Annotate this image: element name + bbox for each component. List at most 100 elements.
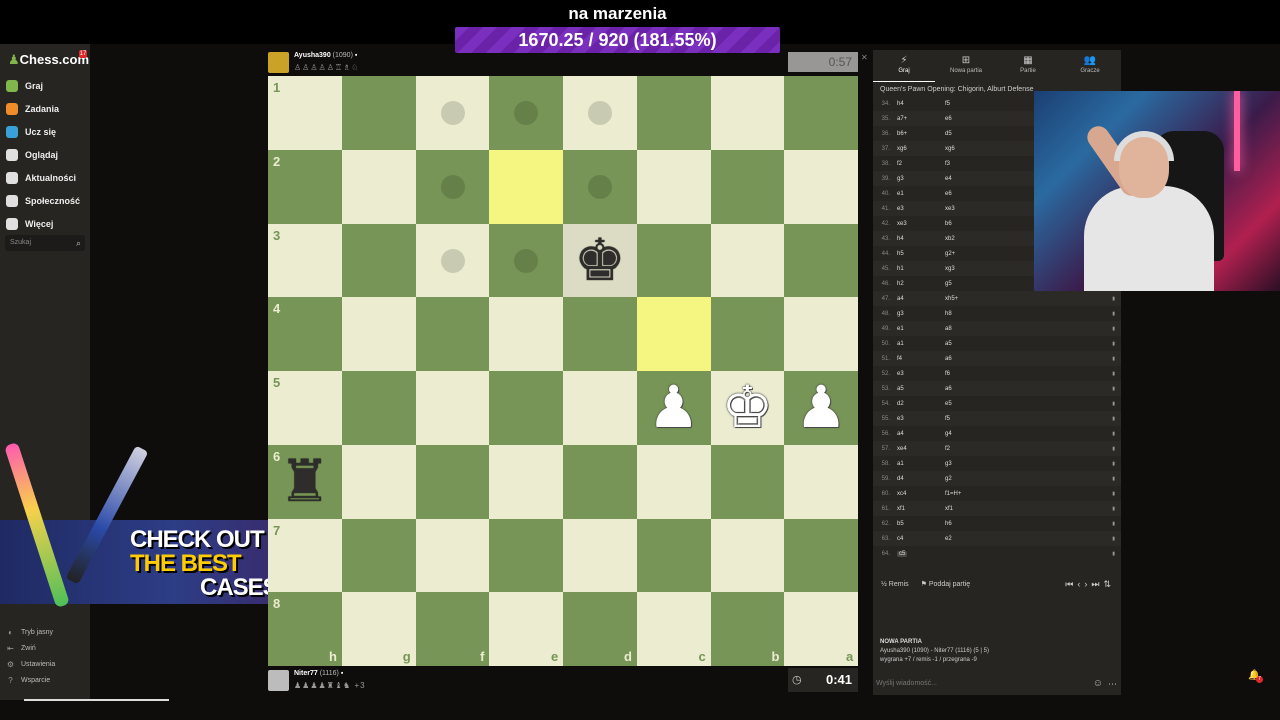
white-move[interactable]: e1 — [897, 191, 904, 197]
board-square[interactable] — [636, 76, 711, 150]
board-square[interactable] — [563, 149, 637, 224]
black-move[interactable]: xg6 — [945, 146, 995, 152]
top-player-avatar[interactable] — [268, 52, 289, 73]
white-move[interactable]: f4 — [897, 356, 902, 362]
board-square[interactable] — [341, 518, 416, 593]
board-square[interactable]: g — [341, 592, 416, 667]
legal-move-dot[interactable] — [588, 174, 612, 199]
white-move[interactable]: xf1 — [897, 506, 905, 512]
board-square[interactable] — [489, 444, 564, 519]
bottom-player-name[interactable]: Niter77 (1116) ▪ — [294, 670, 343, 677]
search-input[interactable]: Szukaj ⌕ — [5, 235, 85, 251]
white-move[interactable]: b5 — [897, 521, 904, 527]
sidebar-bottom-item-3[interactable]: ? Wsparcie — [0, 672, 90, 688]
black-move[interactable]: g2 — [945, 476, 995, 482]
board-square[interactable]: e — [489, 592, 564, 667]
move-navigation[interactable]: ⏮‹›⏭⇅ — [1065, 579, 1121, 590]
board-square[interactable] — [710, 76, 785, 150]
board-square[interactable] — [784, 297, 859, 372]
board-square[interactable] — [784, 518, 859, 593]
sidebar-item-3[interactable]: Oglądaj — [0, 143, 90, 166]
board-square[interactable]: f — [415, 592, 490, 667]
white-move[interactable]: e3 — [897, 206, 904, 212]
tab-2[interactable]: ▦ Partie — [997, 50, 1059, 82]
opening-name[interactable]: Queen's Pawn Opening: Chigorin, Alburt D… — [880, 86, 1033, 93]
board-square[interactable] — [563, 76, 637, 150]
black-move[interactable]: e2 — [945, 536, 995, 542]
legal-move-dot[interactable] — [514, 248, 539, 273]
black-move[interactable]: g4 — [945, 431, 995, 437]
white-move[interactable]: a1 — [897, 461, 904, 467]
board-square[interactable] — [784, 223, 859, 298]
black-move[interactable]: f1=H+ — [945, 491, 995, 497]
white-move[interactable]: g3 — [897, 311, 904, 317]
board-square[interactable] — [636, 297, 711, 372]
black-move[interactable]: a5 — [945, 341, 995, 347]
black-move[interactable]: h8 — [945, 311, 995, 317]
black-move[interactable]: e6 — [945, 116, 995, 122]
white-move[interactable]: e3 — [897, 416, 904, 422]
black-move[interactable]: f5 — [945, 416, 995, 422]
black-move[interactable]: xg3 — [945, 266, 995, 272]
draw-button[interactable]: ½ Remis — [881, 581, 909, 588]
black-move[interactable]: f3 — [945, 161, 995, 167]
white-move[interactable]: a4 — [897, 431, 904, 437]
board-square[interactable]: c — [636, 592, 711, 667]
white-move[interactable]: d4 — [897, 476, 904, 482]
board-square[interactable] — [710, 518, 785, 593]
black-move[interactable]: f2 — [945, 446, 995, 452]
board-square[interactable] — [415, 297, 490, 372]
white-pawn-a5-piece[interactable]: ♟ — [784, 371, 858, 445]
white-move[interactable]: xc4 — [897, 491, 906, 497]
bottom-player-avatar[interactable] — [268, 670, 289, 691]
chess-logo[interactable]: ♟Chess.com — [8, 52, 89, 68]
board-close-icon[interactable]: ✕ — [861, 53, 868, 62]
black-move[interactable]: e4 — [945, 176, 995, 182]
white-move[interactable]: a1 — [897, 341, 904, 347]
top-player-name[interactable]: Ayusha390 (1090) ▪ — [294, 52, 357, 59]
board-square[interactable] — [341, 223, 416, 298]
white-move[interactable]: h1 — [897, 266, 904, 272]
white-move[interactable]: xe4 — [897, 446, 907, 452]
board-square[interactable] — [784, 76, 859, 150]
board-square[interactable] — [489, 76, 564, 150]
sidebar-bottom-item-0[interactable]: ◐ Tryb jasny — [0, 624, 90, 640]
board-square[interactable] — [415, 444, 490, 519]
white-move[interactable]: e3 — [897, 371, 904, 377]
white-move[interactable]: xe3 — [897, 221, 907, 227]
board-square[interactable] — [415, 76, 490, 150]
board-square[interactable]: 3 — [268, 223, 342, 298]
legal-move-dot[interactable] — [588, 101, 612, 125]
notification-bell-icon[interactable]: 🔔 7 — [1248, 670, 1263, 683]
board-square[interactable] — [710, 223, 785, 298]
sidebar-item-4[interactable]: Aktualności — [0, 166, 90, 189]
white-move[interactable]: c5 — [897, 550, 908, 557]
board-square[interactable]: 1 — [268, 76, 342, 150]
board-square[interactable] — [636, 444, 711, 519]
flip-board-icon[interactable]: ⇅ — [1103, 579, 1115, 589]
white-move[interactable]: b6+ — [897, 131, 907, 137]
sidebar-item-2[interactable]: Ucz się — [0, 120, 90, 143]
board-square[interactable] — [341, 371, 416, 445]
board-square[interactable]: a — [784, 592, 859, 667]
board-square[interactable] — [563, 518, 637, 593]
white-move[interactable]: f2 — [897, 161, 902, 167]
white-move[interactable]: a4 — [897, 296, 904, 302]
black-move[interactable]: g2+ — [945, 251, 995, 257]
white-move[interactable]: xg6 — [897, 146, 907, 152]
black-move[interactable]: e5 — [945, 401, 995, 407]
board-square[interactable] — [415, 149, 490, 224]
white-move[interactable]: a5 — [897, 386, 904, 392]
black-move[interactable]: f6 — [945, 371, 995, 377]
black-move[interactable]: xf1 — [945, 506, 995, 512]
black-rook-piece[interactable]: ♜ — [268, 445, 342, 519]
white-move[interactable]: a7+ — [897, 116, 907, 122]
white-king-piece[interactable]: ♚ — [711, 371, 785, 445]
board-square[interactable]: 7 — [268, 518, 342, 593]
board-square[interactable] — [415, 371, 490, 445]
sidebar-bottom-item-1[interactable]: ⇤ Zwiń — [0, 640, 90, 656]
white-move[interactable]: h4 — [897, 101, 904, 107]
board-square[interactable] — [710, 149, 785, 224]
board-square[interactable] — [489, 149, 564, 224]
white-move[interactable]: e1 — [897, 326, 904, 332]
